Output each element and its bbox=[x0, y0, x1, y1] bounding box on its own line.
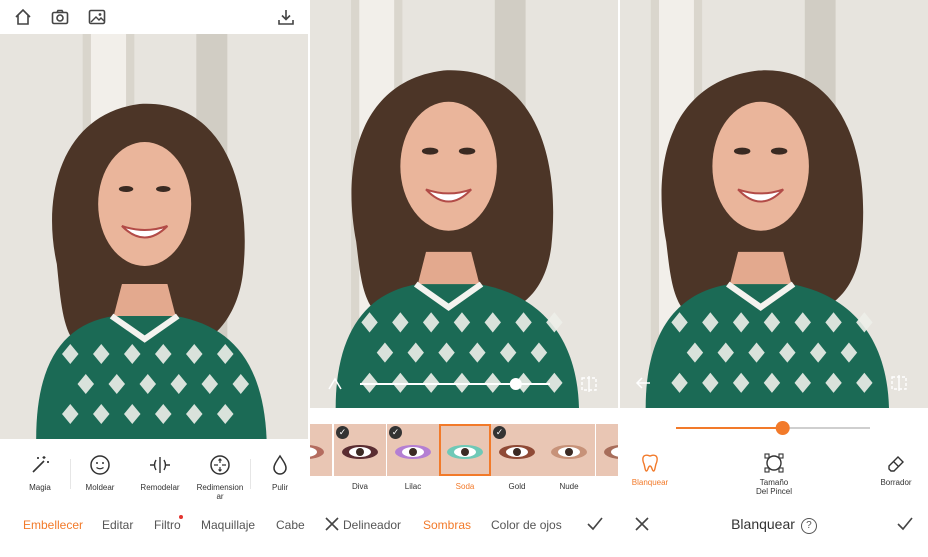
tab-editar[interactable]: Editar bbox=[102, 518, 133, 532]
close-icon[interactable] bbox=[323, 515, 341, 533]
tool-label: Remodelar bbox=[140, 483, 180, 492]
preset-thumb[interactable] bbox=[596, 424, 618, 476]
tool-blanquear[interactable]: Blanquear bbox=[620, 452, 690, 487]
reshape-icon bbox=[148, 453, 172, 477]
beautify-panel: Magia Moldear Remodelar Redimension ar P… bbox=[0, 0, 310, 557]
whiten-footer: Blanquear? bbox=[620, 510, 928, 540]
preset-label: Lilac bbox=[404, 482, 422, 491]
check-icon: ✓ bbox=[336, 426, 349, 439]
tool-label: Borrador bbox=[880, 478, 912, 487]
slider-thumb[interactable] bbox=[509, 378, 522, 390]
notification-badge bbox=[179, 515, 183, 519]
photo-canvas[interactable] bbox=[0, 34, 310, 439]
strength-slider[interactable] bbox=[620, 416, 928, 440]
tool-label: Blanquear bbox=[631, 478, 669, 487]
tab-filtro[interactable]: Filtro bbox=[154, 518, 181, 532]
tool-brush-size[interactable]: Tamaño Del Pincel bbox=[734, 452, 814, 496]
resize-icon bbox=[208, 453, 232, 477]
tool-label: Tamaño Del Pincel bbox=[755, 478, 792, 496]
preset-label: Diva bbox=[351, 482, 368, 491]
check-icon[interactable] bbox=[586, 515, 604, 533]
check-icon: ✓ bbox=[389, 426, 402, 439]
tool-pulir[interactable]: Pulir bbox=[250, 453, 310, 492]
camera-icon[interactable] bbox=[50, 7, 70, 27]
slider-track[interactable] bbox=[360, 372, 550, 396]
tab-delineador[interactable]: Delineador bbox=[343, 518, 401, 532]
tooth-icon bbox=[639, 452, 661, 474]
preset-label: Gold bbox=[508, 482, 526, 491]
photo-canvas[interactable] bbox=[620, 0, 928, 408]
tab-maquillaje[interactable]: Maquillaje bbox=[201, 518, 255, 532]
preset-label: Soda bbox=[455, 482, 475, 491]
tab-embellecer[interactable]: Embellecer bbox=[23, 518, 83, 532]
tool-moldear[interactable]: Moldear bbox=[70, 453, 130, 492]
compare-icon[interactable] bbox=[326, 375, 344, 393]
preset-thumb[interactable]: ✓ bbox=[387, 424, 439, 476]
home-icon[interactable] bbox=[13, 7, 33, 27]
slider-track[interactable] bbox=[676, 416, 870, 440]
split-view-icon[interactable] bbox=[890, 374, 908, 392]
whiten-panel: Blanquear Tamaño Del Pincel Borrador Bla… bbox=[620, 0, 928, 557]
tab-color-de-ojos[interactable]: Color de ojos bbox=[491, 518, 562, 532]
brush-size-icon bbox=[763, 452, 785, 474]
tool-magia[interactable]: Magia bbox=[10, 453, 70, 492]
preset-thumb[interactable] bbox=[310, 424, 332, 476]
slider-thumb[interactable] bbox=[775, 421, 790, 435]
category-tabs: Embellecer Editar Filtro Maquillaje Cabe bbox=[0, 510, 310, 540]
undo-icon[interactable] bbox=[634, 374, 652, 392]
tool-title-bar: Blanquear? bbox=[620, 516, 928, 534]
eyeshadow-presets: ✓ ✓ ✓ ye Diva Lilac Soda Gold Nude C bbox=[310, 424, 618, 494]
download-icon[interactable] bbox=[276, 7, 296, 27]
tool-label: Redimension ar bbox=[196, 483, 244, 501]
tab-cabello[interactable]: Cabe bbox=[276, 518, 305, 532]
drop-icon bbox=[268, 453, 292, 477]
preset-thumb[interactable]: ✓ bbox=[334, 424, 386, 476]
check-icon[interactable] bbox=[896, 515, 914, 533]
tool-title: Blanquear bbox=[731, 516, 795, 532]
magic-wand-icon bbox=[28, 453, 52, 477]
whiten-tools: Blanquear Tamaño Del Pincel Borrador bbox=[620, 450, 928, 502]
makeup-panel: ✓ ✓ ✓ ye Diva Lilac Soda Gold Nude C Del… bbox=[310, 0, 618, 557]
top-toolbar bbox=[0, 0, 310, 34]
tool-label: Magia bbox=[29, 483, 51, 492]
preset-thumb-selected[interactable] bbox=[439, 424, 491, 476]
preset-label: Nude bbox=[559, 482, 579, 491]
tab-sombras[interactable]: Sombras bbox=[423, 518, 471, 532]
tool-label: Moldear bbox=[85, 483, 115, 492]
tool-redimensionar[interactable]: Redimension ar bbox=[190, 453, 250, 501]
eraser-icon bbox=[885, 452, 907, 474]
preset-label: ye bbox=[310, 482, 332, 491]
makeup-tabs: Delineador Sombras Color de ojos bbox=[310, 510, 618, 540]
help-icon[interactable]: ? bbox=[800, 518, 817, 534]
beautify-tools: Magia Moldear Remodelar Redimension ar P… bbox=[0, 445, 310, 505]
gallery-icon[interactable] bbox=[87, 7, 107, 27]
split-view-icon[interactable] bbox=[580, 375, 598, 393]
face-icon bbox=[88, 453, 112, 477]
tool-borrador[interactable]: Borrador bbox=[856, 452, 928, 487]
tool-remodelar[interactable]: Remodelar bbox=[130, 453, 190, 492]
tool-label: Pulir bbox=[271, 483, 288, 492]
preset-thumb[interactable]: ✓ bbox=[491, 424, 543, 476]
preset-label: C bbox=[596, 482, 618, 491]
preset-thumb[interactable] bbox=[543, 424, 595, 476]
photo-canvas[interactable] bbox=[310, 0, 618, 408]
check-icon: ✓ bbox=[493, 426, 506, 439]
intensity-slider[interactable] bbox=[310, 372, 618, 396]
